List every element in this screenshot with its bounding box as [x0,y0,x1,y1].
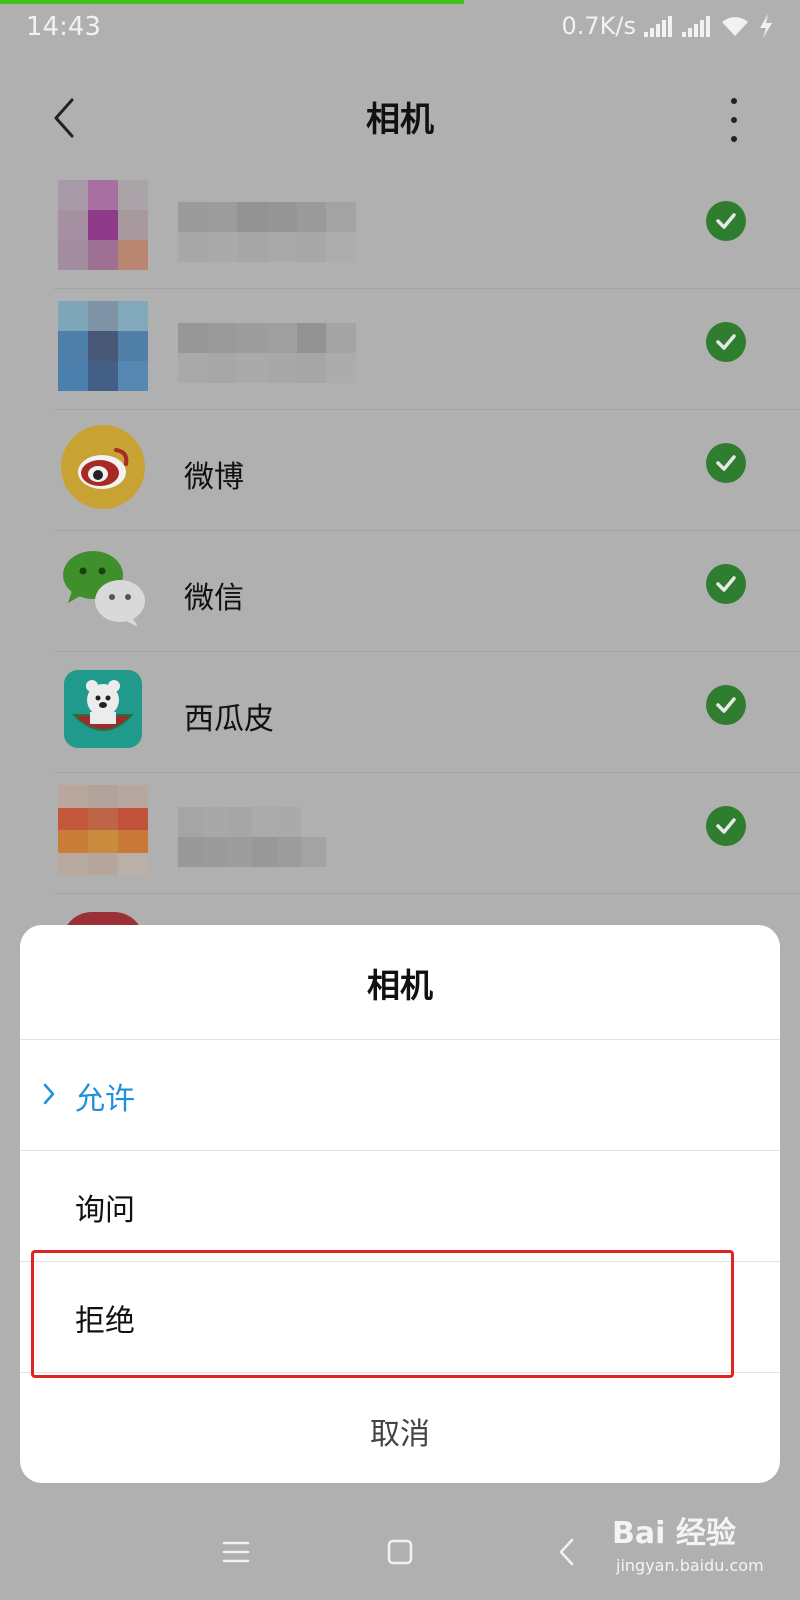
option-ask-label: 询问 [75,1193,135,1228]
weibo-icon [61,425,145,509]
app-row[interactable]: 微博 [0,410,800,531]
option-allow[interactable]: 允许 [20,1040,780,1150]
app-row[interactable]: 西瓜皮 [0,652,800,773]
app-permission-list: 微博 微信 西瓜皮 [0,168,800,894]
app-row[interactable] [0,168,800,289]
permission-check-icon[interactable] [706,201,746,241]
app-icon-blurred [58,301,148,391]
wifi-icon [722,17,748,36]
network-speed: 0.7K/s [561,12,637,40]
charging-icon [760,14,772,38]
permission-check-icon[interactable] [706,685,746,725]
more-options-button[interactable] [714,92,754,148]
page-title: 相机 [366,100,434,140]
app-row[interactable]: 微信 [0,531,800,652]
back-nav-icon[interactable] [546,1530,590,1574]
permission-dialog: 相机 允许 询问 拒绝 取消 [20,925,780,1483]
cancel-button[interactable]: 取消 [20,1375,780,1483]
permission-check-icon[interactable] [706,564,746,604]
signal-icon-2 [682,15,712,37]
app-row[interactable] [0,289,800,410]
wechat-icon [63,551,145,627]
blurred-label-pixels [178,202,356,262]
app-label: 微信 [184,581,244,616]
signal-icon [644,15,674,37]
dialog-title: 相机 [367,966,433,1005]
permission-check-icon[interactable] [706,443,746,483]
permission-check-icon[interactable] [706,322,746,362]
blurred-label-pixels [178,323,356,383]
app-label: 西瓜皮 [184,702,274,737]
status-bar: 14:43 0.7K/s [0,4,800,54]
app-icon-blurred [58,785,148,875]
option-ask[interactable]: 询问 [20,1151,780,1261]
option-allow-label: 允许 [75,1082,135,1117]
status-time: 14:43 [26,12,101,42]
app-header: 相机 [0,70,800,170]
cancel-label: 取消 [370,1417,430,1452]
home-icon[interactable] [378,1530,422,1574]
permission-check-icon[interactable] [706,806,746,846]
chevron-right-icon [43,1083,55,1105]
blurred-label-pixels [178,807,326,867]
baidu-watermark: Bai 经验 jingyan.baidu.com [612,1500,792,1590]
status-indicators: 0.7K/s [562,12,775,40]
xiguapi-icon [64,670,142,748]
app-row[interactable] [0,773,800,894]
row-divider [54,893,800,894]
watermark-logo: Bai 经验 [612,1516,736,1551]
menu-icon[interactable] [214,1530,258,1574]
deny-highlight-box [31,1250,734,1378]
app-icon-blurred [58,180,148,270]
app-label: 微博 [184,460,244,495]
watermark-url: jingyan.baidu.com [616,1556,764,1575]
